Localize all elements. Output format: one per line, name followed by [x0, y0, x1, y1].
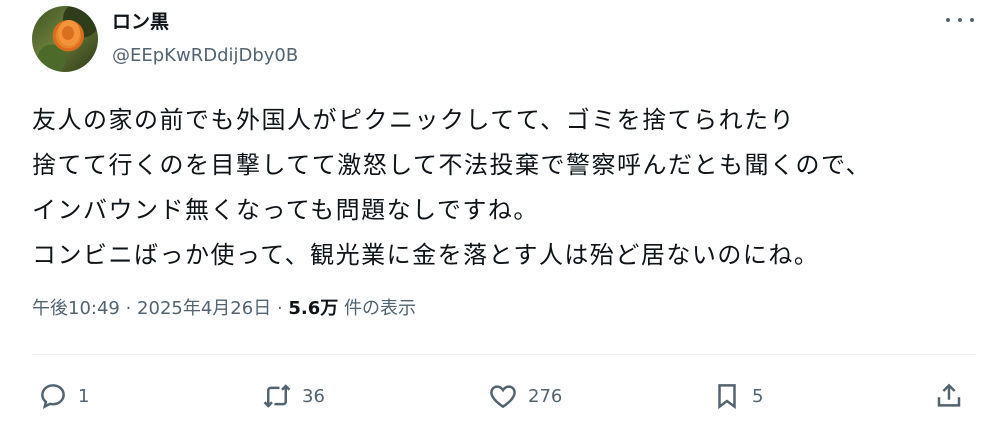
like-button[interactable]: 276	[488, 374, 562, 418]
bookmark-count: 5	[752, 385, 764, 407]
bookmark-button[interactable]: 5	[712, 374, 763, 418]
post-line: コンビニばっか使って、観光業に金を落とす人は殆ど居ないのにね。	[32, 241, 820, 269]
post-date[interactable]: 2025年4月26日	[137, 298, 271, 319]
more-dot	[946, 18, 950, 22]
like-count: 276	[528, 385, 563, 407]
post-text: 友人の家の前でも外国人がピクニックしてて、ゴミを捨てられたり 捨てて行くのを目撃…	[32, 98, 982, 278]
post-line: インバウンド無くなっても問題なしですね。	[32, 196, 539, 224]
action-bar: 1 36 276 5	[0, 374, 998, 418]
post-line: 捨てて行くのを目撃してて激怒して不法投棄で警察呼んだとも聞くので、	[32, 151, 872, 179]
author-handle[interactable]: @EEpKwRDdijDby0B	[112, 44, 298, 68]
author-display-name[interactable]: ロン黒	[112, 9, 169, 35]
meta-separator: ·	[119, 298, 138, 319]
share-icon	[937, 383, 961, 407]
share-button[interactable]	[934, 374, 964, 418]
post-meta: 午後10:49 · 2025年4月26日 · 5.6万 件の表示	[32, 296, 416, 322]
repost-icon	[263, 384, 291, 408]
heart-icon	[490, 385, 516, 409]
more-horizontal-icon[interactable]	[946, 10, 974, 30]
repost-button[interactable]: 36	[262, 374, 325, 418]
reply-count: 1	[78, 385, 90, 407]
avatar[interactable]	[32, 6, 98, 72]
more-dot	[958, 18, 962, 22]
views-count: 5.6万	[288, 298, 339, 319]
post-time[interactable]: 午後10:49	[32, 298, 120, 319]
reply-icon	[41, 384, 65, 410]
divider	[32, 354, 976, 355]
post-line: 友人の家の前でも外国人がピクニックしてて、ゴミを捨てられたり	[32, 106, 796, 134]
meta-separator: ·	[271, 298, 289, 319]
more-dot	[970, 18, 974, 22]
reply-button[interactable]: 1	[38, 374, 89, 418]
bookmark-icon	[718, 384, 736, 410]
repost-count: 36	[302, 385, 325, 407]
views-label: 件の表示	[338, 298, 417, 319]
